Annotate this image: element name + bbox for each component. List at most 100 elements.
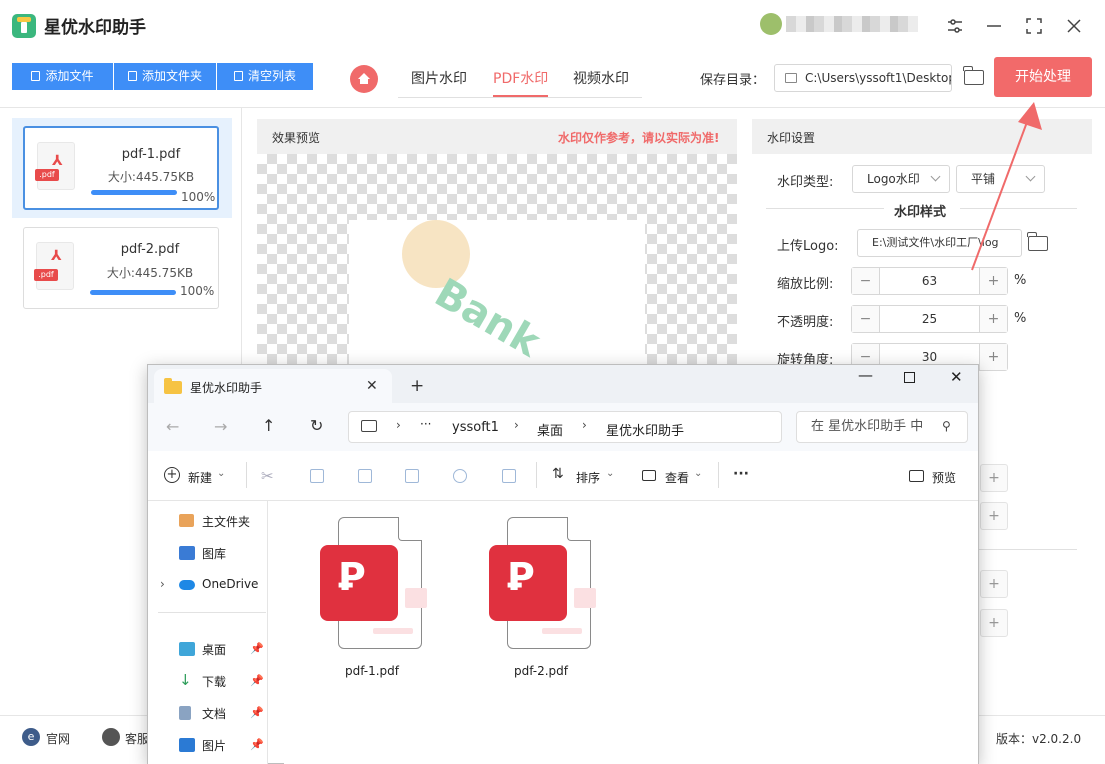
tab-video-watermark[interactable]: 视频水印 xyxy=(573,68,629,88)
home-icon xyxy=(179,514,194,527)
divider xyxy=(766,208,884,209)
up-arrow-icon[interactable]: ↑ xyxy=(262,416,275,435)
more-options-icon[interactable]: ··· xyxy=(733,466,749,482)
new-button[interactable]: 新建 xyxy=(188,469,212,486)
share-icon[interactable] xyxy=(453,469,467,483)
breadcrumb-ellipsis[interactable]: ··· xyxy=(420,417,431,431)
address-bar[interactable] xyxy=(348,411,782,443)
percent-unit: % xyxy=(1014,311,1027,326)
service-link[interactable]: 客服 xyxy=(125,730,149,747)
close-icon[interactable] xyxy=(1061,14,1087,38)
start-button[interactable]: 开始处理 xyxy=(994,57,1092,97)
increment-button[interactable]: + xyxy=(979,344,1007,370)
nav-item-onedrive[interactable]: OneDrive xyxy=(179,577,258,591)
chevron-down-icon xyxy=(930,171,941,182)
breadcrumb-item[interactable]: 星优水印助手 xyxy=(606,420,684,439)
delete-icon[interactable] xyxy=(502,469,516,483)
clear-list-button[interactable]: 清空列表 xyxy=(217,63,313,90)
file-card-1[interactable]: ⅄ .pdf pdf-1.pdf 大小:445.75KB 100% xyxy=(23,126,219,210)
file-name: pdf-2.pdf xyxy=(120,242,180,257)
file-size: 大小:445.75KB xyxy=(106,266,194,280)
app-title: 星优水印助手 xyxy=(44,18,146,38)
nav-label: 图片 xyxy=(202,739,227,753)
upload-logo-label: 上传Logo: xyxy=(777,239,839,254)
view-icon xyxy=(642,470,656,481)
nav-label: 桌面 xyxy=(202,643,227,657)
chevron-down-icon: ⌄ xyxy=(694,468,703,479)
pdf-file-item-1[interactable]: Ꝑ xyxy=(320,517,427,651)
increment-button[interactable]: + xyxy=(979,306,1007,332)
progress-text: 100% xyxy=(180,284,215,298)
pictures-icon xyxy=(179,738,195,752)
breadcrumb-item[interactable]: 桌面 xyxy=(537,420,563,439)
forward-arrow-icon[interactable]: → xyxy=(214,417,227,436)
opacity-stepper[interactable]: − 25 + xyxy=(851,305,1008,333)
chevron-down-icon: ⌄ xyxy=(606,468,615,479)
increment-button[interactable]: + xyxy=(980,609,1008,637)
website-icon: e xyxy=(22,728,40,746)
maximize-icon[interactable] xyxy=(1021,14,1047,38)
increment-button[interactable]: + xyxy=(980,570,1008,598)
decrement-button[interactable]: − xyxy=(852,306,880,332)
new-tab-icon[interactable]: + xyxy=(410,376,424,396)
nav-item-desktop[interactable]: 桌面 xyxy=(179,641,227,658)
minimize-icon[interactable] xyxy=(981,14,1007,38)
pin-icon: 📌 xyxy=(250,642,264,655)
nav-item-documents[interactable]: 文档 xyxy=(179,705,226,722)
tab-pdf-watermark[interactable]: PDF水印 xyxy=(493,68,548,88)
nav-label: 下载 xyxy=(202,675,227,689)
add-folder-button[interactable]: 添加文件夹 xyxy=(114,63,216,90)
browse-folder-icon[interactable] xyxy=(963,66,984,85)
file-name-label[interactable]: pdf-1.pdf xyxy=(320,664,424,678)
divider xyxy=(966,549,1077,550)
pin-icon: 📌 xyxy=(250,706,264,719)
nav-item-pictures[interactable]: 图片 xyxy=(179,737,227,754)
close-tab-icon[interactable]: ✕ xyxy=(366,378,378,394)
website-link[interactable]: 官网 xyxy=(46,730,70,747)
file-name-label[interactable]: pdf-2.pdf xyxy=(489,664,593,678)
decrement-button[interactable]: − xyxy=(852,268,880,294)
type-select[interactable]: Logo水印 xyxy=(852,165,950,193)
view-button[interactable]: 查看 xyxy=(665,469,689,486)
preview-pane-button[interactable]: 预览 xyxy=(932,469,956,486)
rename-icon[interactable] xyxy=(405,469,419,483)
save-dir-input[interactable]: C:\Users\yssoft1\Desktop xyxy=(774,64,952,92)
opacity-value[interactable]: 25 xyxy=(880,306,979,332)
settings-title: 水印设置 xyxy=(767,131,816,145)
refresh-icon[interactable]: ↻ xyxy=(310,416,323,435)
settings-sliders-icon[interactable] xyxy=(942,14,968,38)
breadcrumb-item[interactable]: yssoft1 xyxy=(452,420,499,435)
save-dir-label: 保存目录： xyxy=(700,73,766,88)
maximize-icon[interactable] xyxy=(904,372,915,383)
pdf-file-item-2[interactable]: Ꝑ xyxy=(489,517,596,651)
expand-chevron-icon[interactable]: › xyxy=(160,577,165,591)
explorer-tab-title: 星优水印助手 xyxy=(190,381,263,395)
nav-item-gallery[interactable]: 图库 xyxy=(179,545,226,562)
folder-icon xyxy=(127,71,137,81)
close-icon[interactable]: ✕ xyxy=(950,368,963,386)
nav-item-home[interactable]: 主文件夹 xyxy=(179,513,250,530)
file-card-2[interactable]: ⅄ .pdf pdf-2.pdf 大小:445.75KB 100% xyxy=(23,227,219,309)
type-value: Logo水印 xyxy=(867,172,920,186)
home-icon[interactable] xyxy=(350,65,378,93)
download-icon: ↓ xyxy=(179,671,192,689)
tab-image-watermark[interactable]: 图片水印 xyxy=(411,68,467,88)
new-plus-icon: + xyxy=(164,467,180,483)
nav-item-downloads[interactable]: ↓ 下载 xyxy=(179,671,227,690)
preview-pane-icon xyxy=(909,470,924,482)
pin-icon: 📌 xyxy=(250,738,264,751)
cut-icon[interactable]: ✂ xyxy=(261,467,274,485)
scale-label: 缩放比例: xyxy=(777,277,834,292)
minimize-icon[interactable]: — xyxy=(858,366,873,384)
increment-button[interactable]: + xyxy=(980,502,1008,530)
user-avatar[interactable] xyxy=(760,13,782,35)
copy-icon[interactable] xyxy=(310,469,324,483)
sort-button[interactable]: 排序 xyxy=(576,469,600,486)
add-folder-label: 添加文件夹 xyxy=(141,69,202,83)
add-file-button[interactable]: 添加文件 xyxy=(12,63,113,90)
increment-button[interactable]: + xyxy=(980,464,1008,492)
back-arrow-icon[interactable]: ← xyxy=(166,417,179,436)
search-placeholder: 在 星优水印助手 中 xyxy=(811,419,924,434)
paste-icon[interactable] xyxy=(358,469,372,483)
pdf-file-icon: ⅄ .pdf xyxy=(35,142,75,190)
